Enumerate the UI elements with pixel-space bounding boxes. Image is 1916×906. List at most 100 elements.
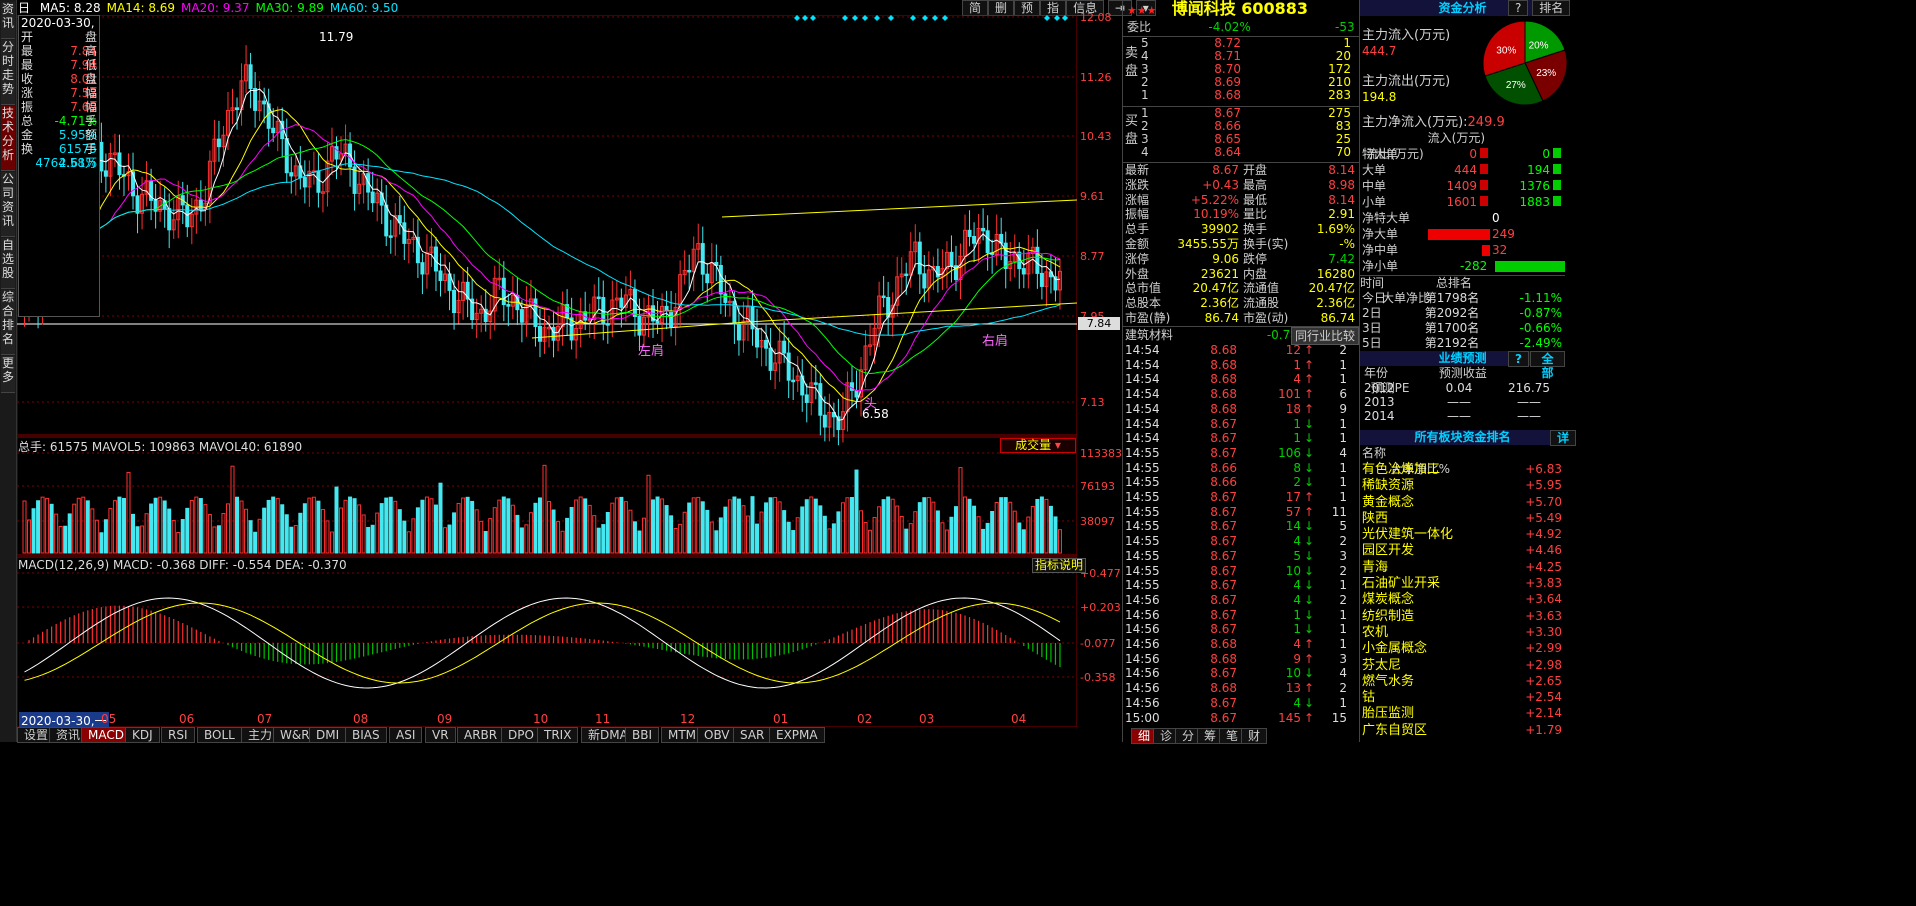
candle-body [537,325,542,342]
sector-row[interactable]: 广东自贸区 +1.79 [1360,722,1565,738]
candle-body [596,296,601,300]
toolbar-button-1[interactable]: 删 [988,0,1015,16]
industry-name: 建筑材料 [1125,328,1174,342]
stat-value: 8.98 [1328,177,1355,192]
indicator-tab-trix[interactable]: TRIX [537,727,579,743]
buy-level-row[interactable]: 2 8.66 83 [1141,120,1357,133]
sector-detail-button[interactable]: 详 [1550,430,1577,446]
toolbar-button-0[interactable]: 简 [962,0,989,16]
volume-bar [225,503,230,554]
indicator-tab-arbr[interactable]: ARBR [457,727,505,743]
tick-count: 1 [1339,372,1347,387]
indicator-tab-bias[interactable]: BIAS [345,727,387,743]
volume-selector[interactable]: 成交量 ▾ [1000,438,1076,453]
indicator-tab-dpo[interactable]: DPO [501,727,541,743]
left-tab-3[interactable]: 公司资讯 [1,172,15,237]
indicator-tab-kdj[interactable]: KDJ [125,727,160,743]
month-tick: 06 [179,712,195,726]
indicator-tab-vr[interactable]: VR [425,727,456,743]
indicator-tab-sar[interactable]: SAR [733,727,772,743]
tick-volume: 1 [1293,431,1301,446]
indicator-tab-asi[interactable]: ASI [389,727,423,743]
toolbar-button-3[interactable]: 指 [1040,0,1067,16]
indicator-tab-bbi[interactable]: BBI [625,727,660,743]
indicator-tab-macd[interactable]: MACD [81,727,131,743]
left-tab-4[interactable]: 自选股 [1,238,15,289]
sell-level-row[interactable]: 4 8.71 20 [1141,50,1357,63]
candle-body [1039,272,1044,287]
volume-bar [944,529,949,554]
sector-row[interactable]: 胎压监测 +2.14 [1360,705,1565,721]
stat-value: 10.19% [1193,207,1239,222]
sector-row[interactable]: 农机 +3.30 [1360,624,1565,640]
sector-row[interactable]: 纺织制造 +3.63 [1360,608,1565,624]
candle-body [551,326,556,341]
sector-name-header: 名称 [1362,446,1387,460]
volume-bar [112,500,117,554]
volume-bar [569,506,574,554]
tick-row: 14:55 8.67 5 ↓ 3 [1125,549,1357,564]
volume-bar [189,500,194,554]
indicator-help-button[interactable]: 指标说明 [1032,558,1087,573]
toolbar-button-2[interactable]: 预 [1014,0,1041,16]
sector-row[interactable]: 黄金概念 +5.70 [1360,494,1565,510]
sector-row[interactable]: 园区开发 +4.46 [1360,542,1565,558]
tick-price: 8.68 [1210,401,1237,416]
candle-body [822,414,827,428]
indicator-tab-obv[interactable]: OBV [697,727,737,743]
buy-level-row[interactable]: 1 8.67 275 [1141,107,1357,120]
sell-level-row[interactable]: 3 8.70 172 [1141,63,1357,76]
sector-row[interactable]: 有色冶炼加工 +6.83 [1360,461,1565,477]
sector-row[interactable]: 芬太尼 +2.98 [1360,657,1565,673]
stat-label: 金额 [1125,237,1150,251]
sector-row[interactable]: 青海 +4.25 [1360,559,1565,575]
help-button[interactable]: ? [1508,0,1529,16]
left-tab-1[interactable]: 分时走势 [1,40,15,105]
indicator-tab-rsi[interactable]: RSI [161,727,195,743]
tick-list[interactable]: 14:54 8.68 12 ↑ 2 14:54 8.68 1 ↑ 1 14:54 8.68 4 ↑ 1 14:… [1123,343,1359,728]
sector-value: +5.95 [1525,478,1562,493]
arrow-up-icon: ↑ [1303,357,1315,372]
sector-row[interactable]: 钴 +2.54 [1360,689,1565,705]
sell-side: 卖盘 5 8.72 1 4 8.71 20 3 8.70 172 2 8.69 210 1 8.68 283 [1123,36,1359,105]
left-tab-6[interactable]: 更多 [1,356,15,393]
stat-row: 涨跌 +0.43 最高 8.98 [1125,178,1357,193]
volume-bar [370,524,375,554]
kline-chart[interactable] [17,15,1077,727]
left-tab-5[interactable]: 综合排名 [1,290,15,355]
volume-bar [700,501,705,554]
left-tab-2[interactable]: 技术分析 [1,106,15,171]
tick-time: 14:55 [1125,548,1160,563]
sector-row[interactable]: 燃气水务 +2.65 [1360,673,1565,689]
volume-bar [302,503,307,554]
sell-level-row[interactable]: 2 8.69 210 [1141,76,1357,89]
sell-level-row[interactable]: 1 8.68 283 [1141,89,1357,102]
sector-row[interactable]: 小金属概念 +2.99 [1360,640,1565,656]
event-diamond-icon [810,15,816,21]
sector-row[interactable]: 稀缺资源 +5.95 [1360,477,1565,493]
sector-row[interactable]: 石油矿业开采 +3.83 [1360,575,1565,591]
sell-level-row[interactable]: 5 8.72 1 [1141,37,1357,50]
left-tab-0[interactable]: 资讯 [1,2,15,39]
forecast-row: 2013 —— —— [1360,395,1565,409]
forecast-all-button[interactable]: 全部 [1530,351,1565,380]
quote-tab-5[interactable]: 财 [1241,728,1268,744]
indicator-tab-expma[interactable]: EXPMA [769,727,825,743]
indicator-tab-boll[interactable]: BOLL [197,727,242,743]
month-tick: 05 [101,712,117,726]
month-tick: 07 [257,712,273,726]
rank-button[interactable]: 排名 [1532,0,1571,16]
forecast-help-button[interactable]: ? [1508,351,1529,367]
arrow-up-icon: ↑ [1303,401,1315,416]
volume-bar [203,504,208,554]
stat-value: 7.42 [1328,251,1355,266]
sector-row[interactable]: 煤炭概念 +3.64 [1360,591,1565,607]
buy-level-row[interactable]: 3 8.65 25 [1141,133,1357,146]
stat-row: 外盘 23621 内盘 16280 [1125,267,1357,282]
sector-row[interactable]: 光伏建筑一体化 +4.92 [1360,526,1565,542]
buy-level-row[interactable]: 4 8.64 70 [1141,146,1357,159]
sector-row[interactable]: 陕西 +5.49 [1360,510,1565,526]
sector-value: +4.46 [1525,543,1562,558]
candle-body [967,229,972,237]
indicator-tab-dmi[interactable]: DMI [309,727,347,743]
